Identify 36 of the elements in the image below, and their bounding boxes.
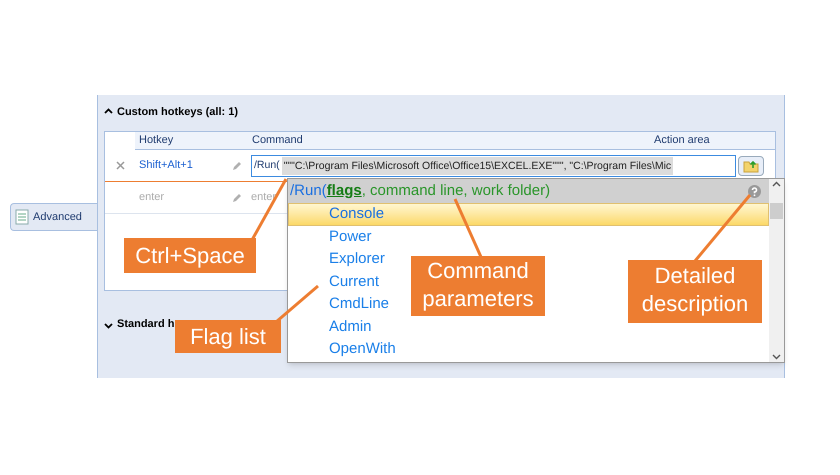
leader-line: [694, 194, 752, 262]
flag-item[interactable]: Power: [329, 228, 372, 246]
delete-icon[interactable]: [116, 161, 124, 170]
flag-item[interactable]: Explorer: [329, 250, 385, 268]
hotkey-cell[interactable]: Shift+Alt+1: [135, 157, 231, 174]
flag-item[interactable]: Console: [329, 205, 384, 224]
help-icon[interactable]: [748, 184, 761, 198]
flag-item[interactable]: OpenWith: [329, 340, 396, 358]
flag-item[interactable]: Admin: [329, 318, 372, 336]
column-header: Hotkey: [138, 133, 174, 148]
hotkey-cell[interactable]: enter: [135, 189, 231, 206]
column-header: Action area: [654, 133, 711, 148]
folder-icon: [743, 158, 759, 172]
sidebar-tab[interactable]: Advanced: [10, 203, 97, 231]
collapse-icon[interactable]: [104, 108, 113, 114]
scroll-down-icon[interactable]: [772, 354, 781, 360]
column-header: Command: [252, 133, 304, 148]
signature-text: /Run(flags, command line, work folder): [290, 180, 552, 201]
callout: Ctrl+Space: [124, 238, 256, 273]
command-field[interactable]: /Run( """C:\Program Files\Microsoft Office\Office15\EXCEL.EXE""", "C:\Program Files\Mic: [251, 154, 736, 176]
callout: Detailed description: [628, 260, 762, 323]
leader-line: [454, 198, 482, 258]
scroll-up-icon[interactable]: [772, 181, 781, 187]
pencil-icon[interactable]: [231, 160, 243, 172]
flag-item[interactable]: CmdLine: [329, 295, 390, 314]
section-title: Custom hotkeys (all: 1): [117, 105, 238, 120]
scroll-thumb[interactable]: [770, 202, 783, 218]
expand-icon[interactable]: [104, 323, 113, 329]
browse-button[interactable]: [738, 156, 764, 176]
section-title: Standard h: [117, 317, 174, 332]
flag-item[interactable]: Current: [329, 272, 380, 291]
list-icon: [15, 209, 29, 225]
pencil-icon[interactable]: [231, 192, 243, 204]
scrollbar[interactable]: [769, 179, 784, 362]
callout: Command parameters: [411, 256, 545, 316]
callout: Flag list: [175, 320, 281, 353]
